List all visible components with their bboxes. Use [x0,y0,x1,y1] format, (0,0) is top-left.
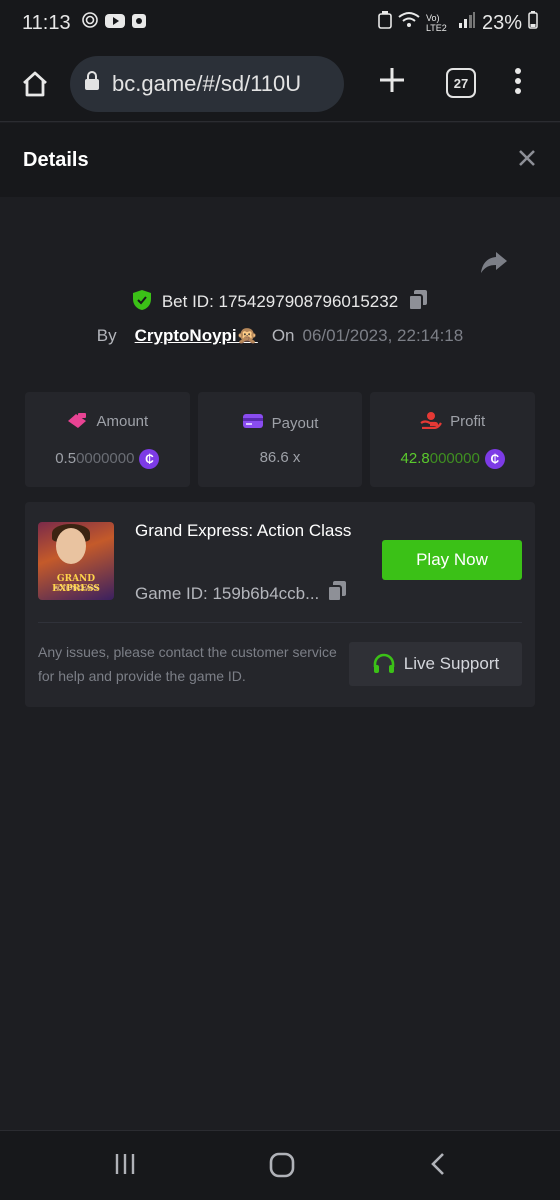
home-circle-icon [269,1152,295,1178]
on-label: On [271,326,295,345]
page-title: Details [23,148,89,171]
data-saver-icon [378,11,392,35]
browser-menu-button[interactable] [508,66,528,101]
recent-apps-button[interactable] [113,1151,137,1182]
support-notice: Any issues, please contact the customer … [38,644,337,684]
game-id-row: Game ID: 159b6b4ccb... [135,580,347,607]
system-nav-bar [0,1130,560,1200]
status-time: 11:13 [22,11,71,34]
verified-shield-icon [132,289,152,316]
battery-text: 23% [481,11,522,34]
network-label: Vo) LTE2 [425,13,447,33]
tab-switcher-button[interactable]: 27 [446,68,476,98]
thumbnail-subtitle: ACTION CLASS [53,586,98,592]
live-support-button[interactable]: Live Support [349,642,522,686]
play-now-button[interactable]: Play Now [382,540,522,580]
amount-card: Amount 0.50000000 ₵ [25,392,190,487]
game-card: GRAND EXPRESS ACTION CLASS Grand Express… [25,502,535,707]
home-nav-button[interactable] [268,1151,296,1184]
live-support-label: Live Support [403,654,500,673]
by-label: By [96,326,117,345]
profit-icon [420,411,443,433]
plus-icon [380,68,404,92]
back-icon [431,1153,444,1175]
lock-icon [84,70,100,97]
share-button[interactable] [480,250,508,279]
youtube-icon [104,12,125,35]
address-bar[interactable]: bc.game/#/sd/110U [70,55,344,112]
wifi-icon [398,11,420,35]
browser-toolbar: bc.game/#/sd/110U 27 [0,46,560,122]
share-icon [481,252,507,273]
amount-value-decimals: 0000000 [76,450,135,467]
game-name: Grand Express: Action Class [135,521,352,540]
profit-value: 42.8 [400,450,430,467]
payout-label: Payout [271,414,319,432]
payout-card: Payout 86.6 x [197,392,363,487]
profit-value-decimals: 000000 [429,450,480,467]
bettor-row: By CryptoNoypi🙊 On 06/01/2023, 22:14:18 [0,322,560,350]
thumbnail-face [56,528,86,564]
amount-value: 0.5 [55,450,77,467]
back-nav-button[interactable] [428,1151,448,1182]
payout-value: 86.6 x [259,449,301,466]
recent-apps-icon [115,1154,135,1174]
bet-stats: Amount 0.50000000 ₵ Payout 86.6 x Profit… [25,392,536,487]
copy-game-id-button[interactable] [327,580,347,607]
close-button[interactable] [517,148,537,173]
bet-id-row: Bet ID: 1754297908796015232 [0,288,560,316]
new-tab-button[interactable] [374,62,410,103]
close-icon [519,149,535,166]
game-id-text: Game ID: 159b6b4ccb... [135,583,320,603]
more-vertical-icon [515,68,521,94]
copy-icon [408,289,428,311]
signal-icon [458,11,476,35]
home-button[interactable] [0,69,70,99]
headset-icon [373,653,395,673]
divider [38,622,522,623]
amount-label: Amount [96,413,149,430]
details-header: Details [0,123,560,197]
amount-icon [66,411,88,433]
currency-coin-icon: ₵ [139,448,160,469]
bet-id-text: Bet ID: 1754297908796015232 [161,292,399,311]
home-icon [23,71,47,96]
username-link[interactable]: CryptoNoypi🙊 [135,326,258,346]
game-thumbnail[interactable]: GRAND EXPRESS ACTION CLASS [38,522,114,600]
bet-datetime: 06/01/2023, 22:14:18 [302,326,464,345]
fingerprint-icon [81,11,99,35]
currency-coin-icon: ₵ [484,448,505,469]
status-bar: 11:13 Vo) LTE2 23% [0,0,560,46]
copy-bet-id-button[interactable] [408,289,428,316]
payout-icon [242,413,264,433]
url-text: bc.game/#/sd/110U [112,70,302,96]
profit-card: Profit 42.8000000 ₵ [370,392,536,487]
profit-label: Profit [450,413,486,430]
copy-icon [327,581,347,602]
app-notification-icon [131,12,147,35]
battery-icon [528,11,538,35]
